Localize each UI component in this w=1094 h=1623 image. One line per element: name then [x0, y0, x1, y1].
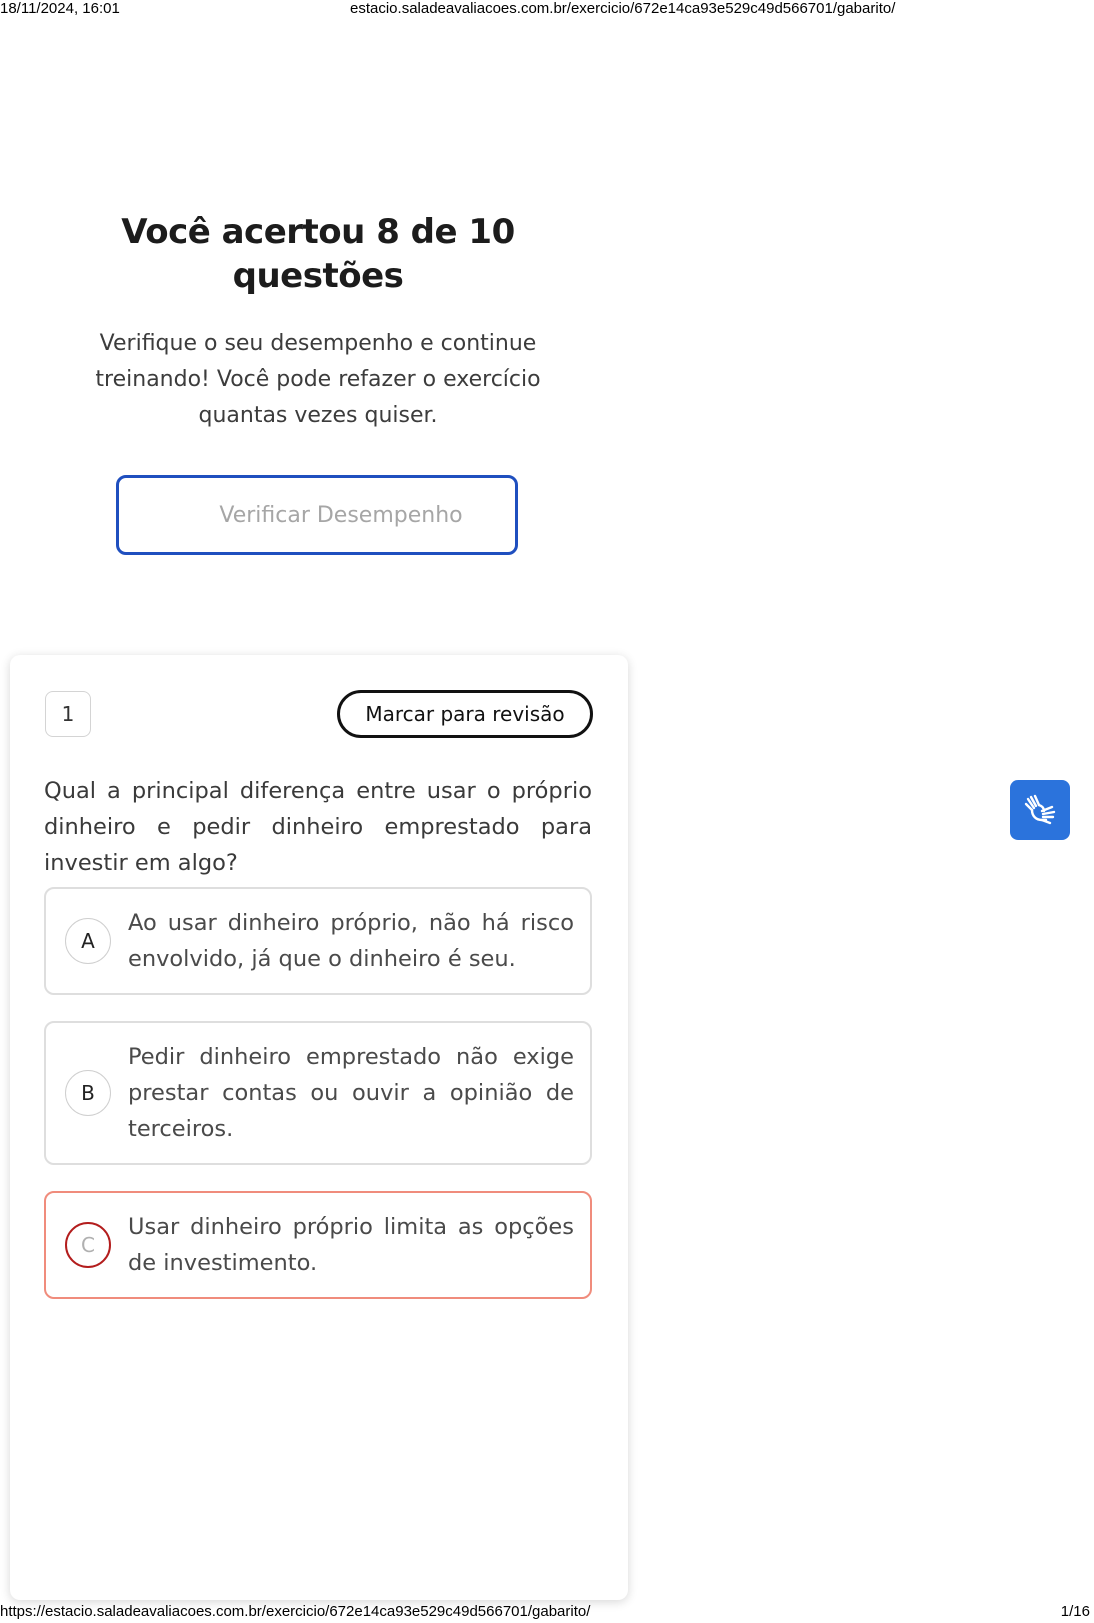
print-header: 18/11/2024, 16:01 estacio.saladeavaliaco…: [0, 0, 1094, 18]
print-datetime: 18/11/2024, 16:01: [0, 0, 120, 17]
option-c[interactable]: C Usar dinheiro próprio limita as opções…: [44, 1191, 592, 1299]
result-title: Você acertou 8 de 10 questões: [121, 212, 515, 296]
option-a[interactable]: A Ao usar dinheiro próprio, não há risco…: [44, 887, 592, 995]
print-page-counter: 1/16: [1060, 1603, 1090, 1620]
accessibility-button[interactable]: [1010, 780, 1070, 840]
result-summary: Você acertou 8 de 10 questões Verifique …: [64, 210, 572, 434]
option-letter: C: [65, 1222, 111, 1268]
result-subtitle: Verifique o seu desempenho e continue tr…: [95, 331, 541, 428]
option-text: Pedir dinheiro emprestado não exige pres…: [128, 1044, 574, 1142]
option-text: Ao usar dinheiro próprio, não há risco e…: [128, 910, 574, 972]
option-letter: B: [65, 1070, 111, 1116]
option-b[interactable]: B Pedir dinheiro emprestado não exige pr…: [44, 1021, 592, 1165]
option-letter: A: [65, 918, 111, 964]
verify-performance-button[interactable]: Verificar Desempenho: [116, 475, 518, 555]
print-footer-url: https://estacio.saladeavaliacoes.com.br/…: [0, 1603, 591, 1620]
print-footer: https://estacio.saladeavaliacoes.com.br/…: [0, 1603, 1094, 1621]
sign-language-icon: [1024, 794, 1056, 825]
print-header-url: estacio.saladeavaliacoes.com.br/exercici…: [350, 0, 896, 17]
mark-for-review-button[interactable]: Marcar para revisão: [337, 690, 593, 738]
option-text: Usar dinheiro próprio limita as opções d…: [128, 1214, 574, 1276]
question-number: 1: [45, 691, 91, 737]
question-card: 1 Marcar para revisão Qual a principal d…: [10, 655, 628, 1600]
question-text: Qual a principal diferença entre usar o …: [44, 778, 592, 876]
